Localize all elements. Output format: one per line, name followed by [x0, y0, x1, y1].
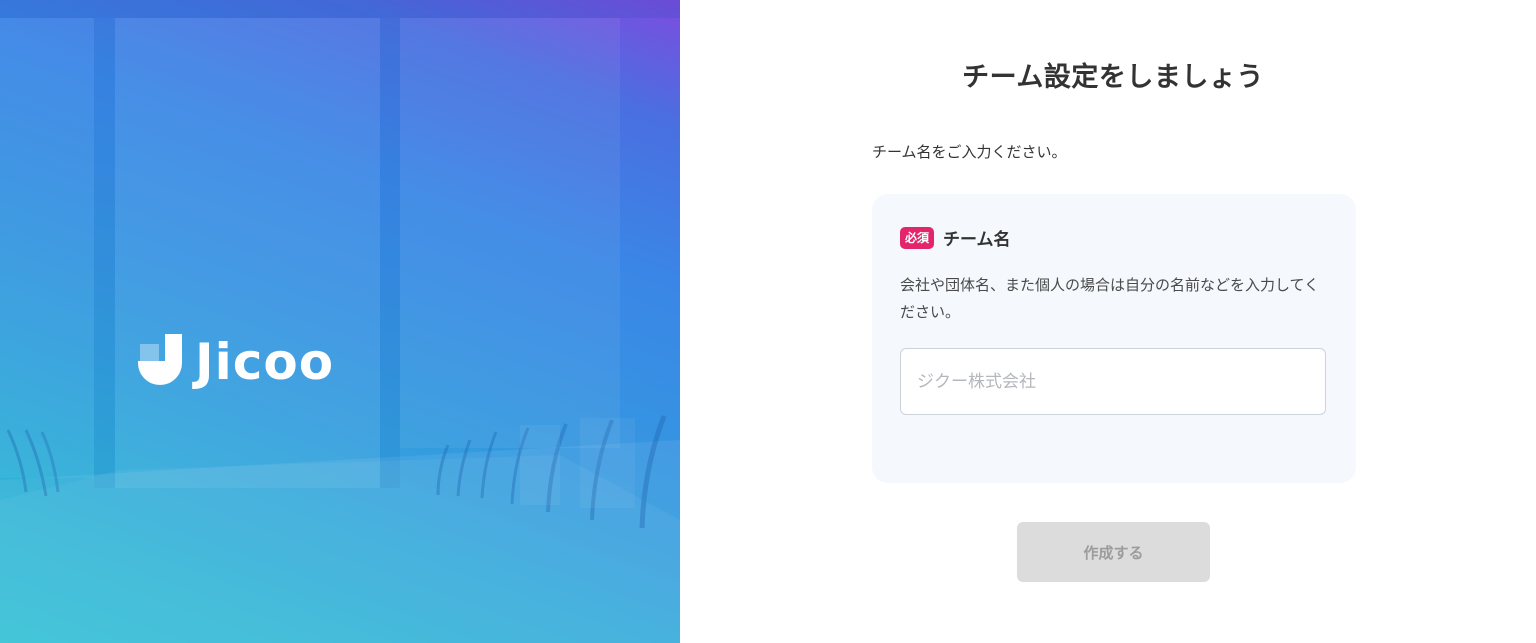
team-name-input[interactable] [900, 348, 1326, 415]
required-badge: 必須 [900, 226, 935, 249]
jicoo-logo-text: Jicoo [195, 333, 335, 391]
field-label-row: 必須 チーム名 [900, 225, 1011, 250]
jicoo-logo: Jicoo [137, 333, 334, 387]
page-title: チーム設定をしましょう [962, 62, 1264, 93]
team-name-field-card: 必須 チーム名 会社や団体名、また個人の場合は自分の名前などを入力してください。 [872, 194, 1356, 483]
create-button[interactable]: 作成する [1017, 522, 1210, 582]
team-name-help-text: 会社や団体名、また個人の場合は自分の名前などを入力してください。 [900, 276, 1320, 321]
meeting-room-background-image [0, 0, 680, 643]
team-name-label: チーム名 [943, 230, 1011, 250]
page-subtitle: チーム名をご入力ください。 [872, 143, 1067, 161]
signup-team-setup-page: Jicoo チーム設定をしましょう チーム名をご入力ください。 必須 チーム名 … [0, 0, 1536, 643]
hero-panel: Jicoo [0, 0, 680, 643]
jicoo-logo-icon [138, 334, 182, 385]
